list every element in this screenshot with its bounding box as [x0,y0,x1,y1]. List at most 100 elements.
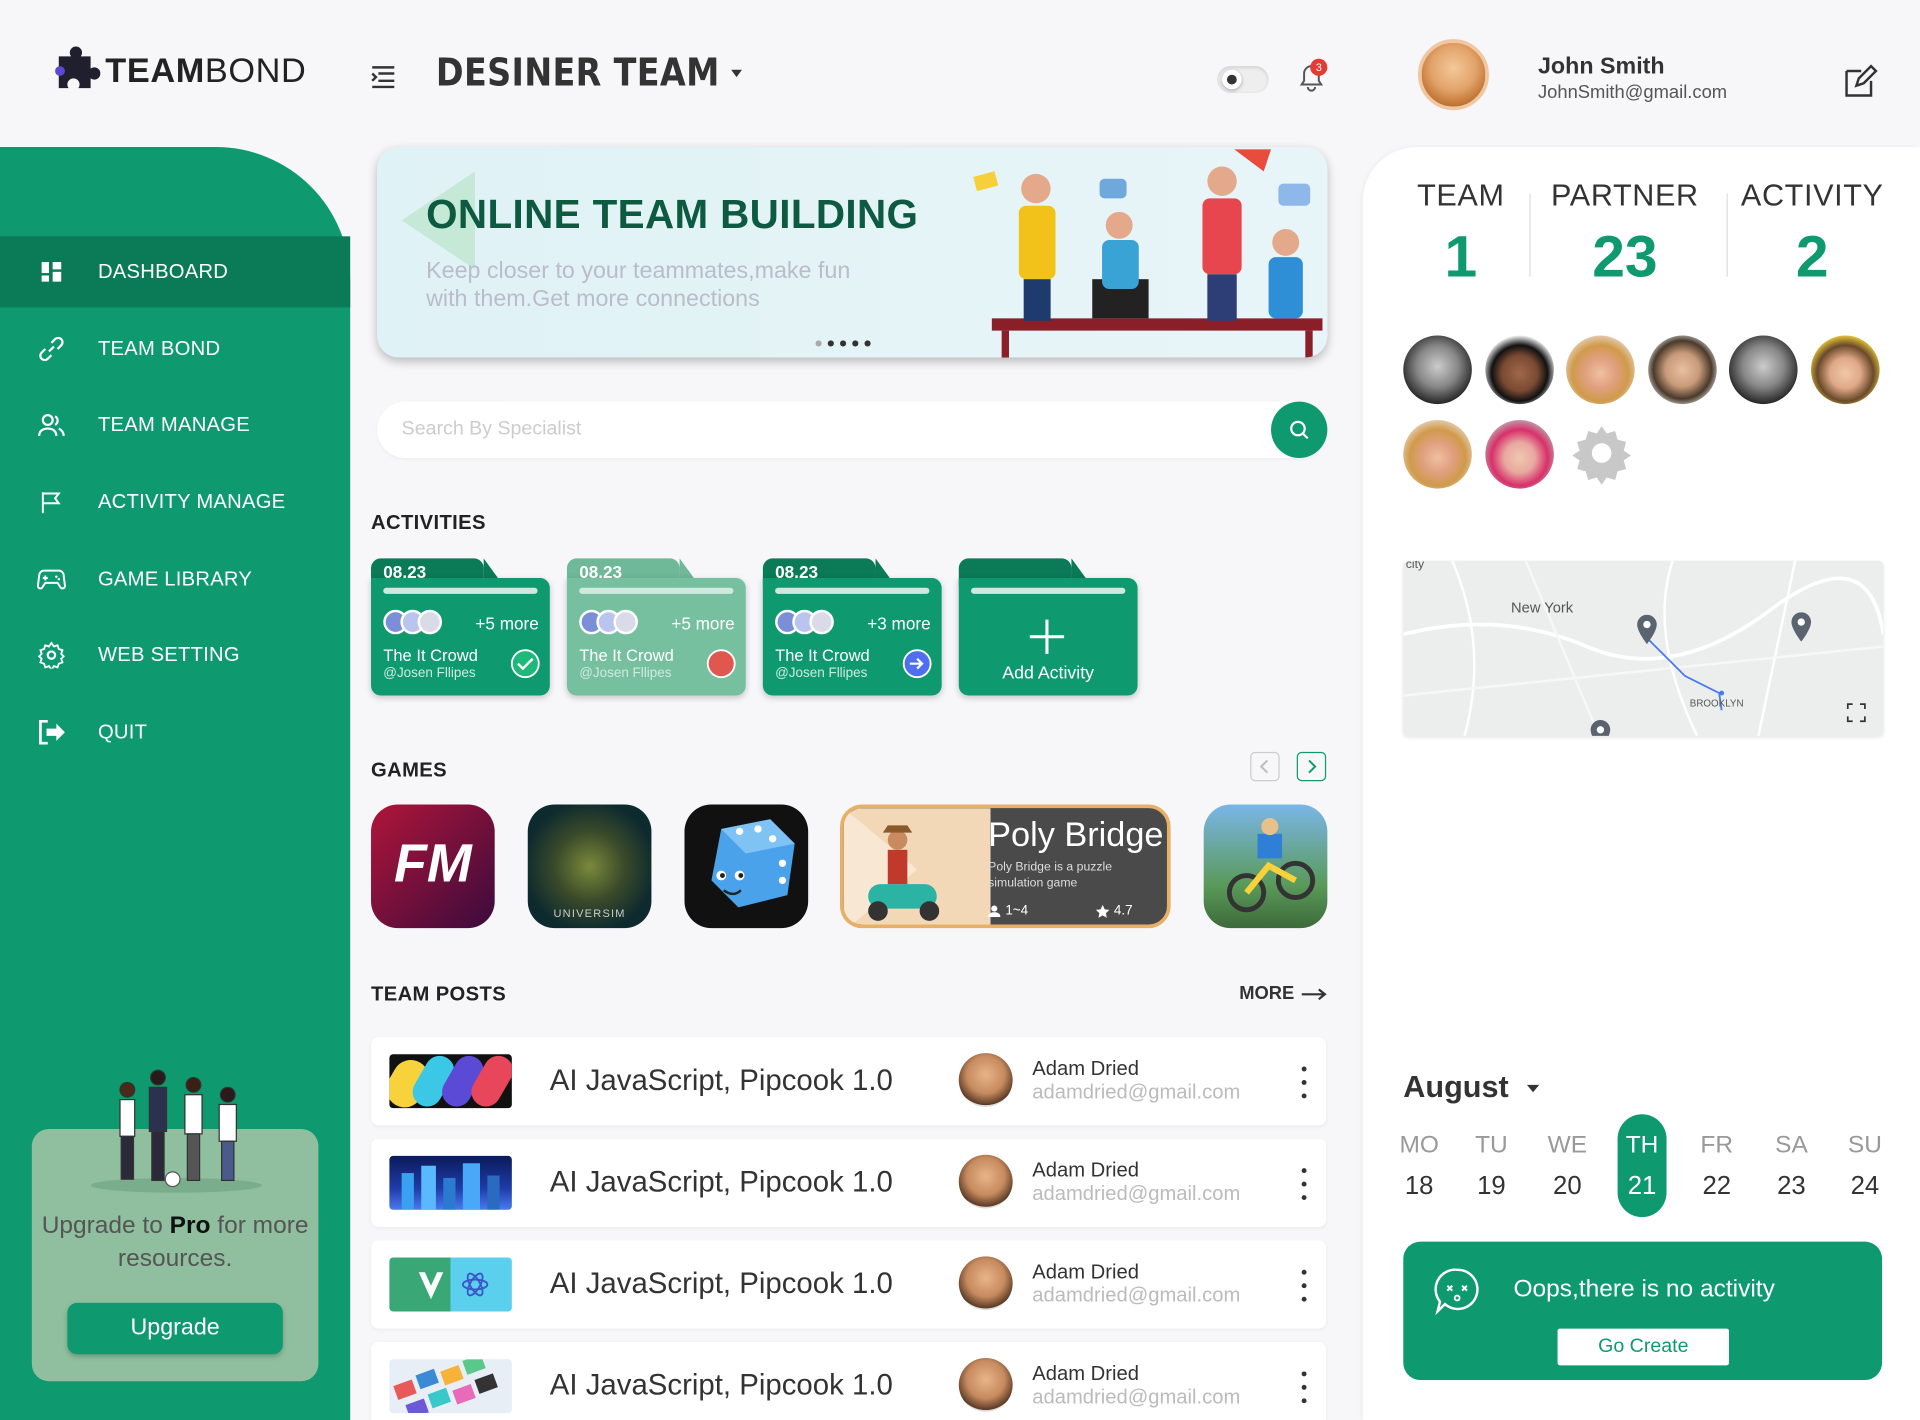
add-activity-card[interactable]: Add Activity [958,558,1138,696]
post-row[interactable]: AI JavaScript, Pipcook 1.0 Adam Dried ad… [371,1342,1327,1420]
location-map[interactable]: city New York BROOKLYN [1403,560,1884,736]
game-football-manager[interactable]: FM [371,804,495,929]
game-dice[interactable] [684,804,809,929]
post-author: Adam Dried [1032,1159,1139,1182]
promo-banner[interactable]: ONLINE TEAM BUILDING Keep closer to your… [377,146,1328,358]
games-title: GAMES [371,759,447,782]
gamepad-icon [36,564,66,593]
search-icon [1290,420,1309,440]
member-avatar[interactable] [1648,335,1717,405]
game-poly-bridge-featured[interactable]: Poly Bridge Poly Bridge is a puzzle simu… [840,804,1171,929]
more-vertical-icon[interactable] [1299,1066,1309,1099]
sidebar-item-activity-manage[interactable]: ACTIVITY MANAGE [0,467,350,538]
featured-game-rating: 4.7 [1095,904,1133,918]
games-prev-button[interactable] [1250,751,1280,782]
dark-mode-toggle[interactable] [1217,66,1269,94]
more-vertical-icon[interactable] [1299,1269,1309,1302]
game-bike-adventure[interactable] [1203,804,1328,929]
universim-label: UNIVERSIM [553,907,626,920]
notification-badge: 3 [1310,58,1328,76]
sidebar-item-quit[interactable]: QUIT [0,697,350,768]
member-avatar[interactable] [1811,335,1880,405]
calendar-day[interactable]: FR 22 [1692,1114,1741,1201]
post-thumbnail [389,1155,512,1210]
activity-card[interactable]: 08.23 +5 more The It Crowd @Josen Fllipe… [566,558,746,696]
fullscreen-icon[interactable] [1846,703,1867,723]
calendar-day[interactable]: SA 23 [1767,1114,1816,1201]
stat-partner[interactable]: PARTNER 23 [1545,179,1704,292]
map-pin-icon[interactable] [1790,612,1812,642]
map-pin-icon[interactable] [1636,614,1658,645]
sidebar-item-game-library[interactable]: GAME LIBRARY [0,544,350,615]
more-vertical-icon[interactable] [1299,1371,1309,1404]
brand-logo[interactable]: TEAMBOND [51,46,306,96]
activity-name: The It Crowd [383,646,478,665]
banner-subtitle: Keep closer to your teammates,make fun w… [426,258,851,313]
game-universim[interactable]: UNIVERSIM [527,804,652,929]
calendar-day[interactable]: MO 18 [1395,1114,1444,1201]
go-create-button[interactable]: Go Create [1557,1328,1729,1366]
games-next-button[interactable] [1296,751,1327,782]
upgrade-button[interactable]: Upgrade [67,1302,283,1355]
caret-down-icon [1527,1084,1540,1092]
post-row[interactable]: AI JavaScript, Pipcook 1.0 Adam Dried ad… [371,1138,1327,1227]
map-pin-icon[interactable] [1589,720,1611,736]
member-avatar[interactable] [1403,335,1472,405]
search-bar [377,401,1328,458]
map-background [1403,560,1884,736]
member-avatar[interactable] [1728,335,1798,405]
calendar-day[interactable]: WE 20 [1543,1114,1592,1201]
member-avatar[interactable] [1485,335,1554,405]
edit-profile-icon[interactable] [1842,64,1879,101]
team-posts-title: TEAM POSTS [371,983,507,1006]
team-illustration [90,1069,263,1193]
sidebar-item-label: GAME LIBRARY [97,567,253,590]
activity-avatars [579,609,638,635]
sidebar-item-web-setting[interactable]: WEB SETTING [0,620,350,691]
team-selector[interactable]: DESINER TEAM [436,51,743,96]
activity-card[interactable]: 08.23 +3 more The It Crowd @Josen Fllipe… [762,558,942,696]
calendar-day[interactable]: TU 19 [1467,1114,1516,1201]
sidebar-item-dashboard[interactable]: DASHBOARD [0,236,351,308]
featured-game-description: Poly Bridge is a puzzle simulation game [988,860,1113,891]
more-vertical-icon[interactable] [1299,1168,1309,1201]
user-avatar[interactable] [1417,39,1489,111]
post-title: AI JavaScript, Pipcook 1.0 [549,1267,893,1301]
sidebar-item-label: TEAM MANAGE [97,413,250,436]
calendar-day[interactable]: SU 24 [1840,1114,1889,1201]
upgrade-card: Upgrade to Pro for more resources. Upgra… [31,1069,319,1382]
stat-value: 23 [1592,225,1658,291]
activity-user: @Josen Fllipes [775,666,868,681]
link-icon [37,334,66,363]
sidebar-item-label: ACTIVITY MANAGE [97,490,286,513]
post-thumbnail [389,1257,512,1312]
member-avatar[interactable] [1566,335,1635,405]
activity-card[interactable]: 08.23 +5 more The It Crowd @Josen Fllipe… [371,558,550,696]
menu-toggle-icon[interactable] [370,64,397,91]
search-button[interactable] [1271,401,1328,458]
stat-activity[interactable]: ACTIVITY 2 [1739,179,1886,292]
carousel-dots[interactable] [815,340,871,347]
post-row[interactable]: AI JavaScript, Pipcook 1.0 Adam Dried ad… [371,1037,1327,1126]
post-author-email: adamdried@gmail.com [1032,1386,1241,1409]
sidebar-item-team-manage[interactable]: TEAM MANAGE [0,389,350,460]
post-author-avatar [958,1256,1013,1311]
posts-more-link[interactable]: MORE [1239,983,1328,1004]
puzzle-logo-icon [55,46,101,89]
sidebar-item-team-bond[interactable]: TEAM BOND [0,313,350,384]
member-avatar[interactable] [1403,420,1472,489]
post-row[interactable]: AI JavaScript, Pipcook 1.0 Adam Dried ad… [371,1240,1327,1329]
calendar-day-selected[interactable]: TH 21 [1617,1114,1667,1218]
settings-gear-icon[interactable] [1570,421,1634,485]
stat-label: TEAM [1417,178,1505,214]
sidebar-item-label: WEB SETTING [97,643,240,666]
month-label: August [1403,1070,1509,1105]
post-author: Adam Dried [1032,1362,1139,1385]
stat-team[interactable]: TEAM 1 [1406,179,1516,292]
member-avatar[interactable] [1485,420,1554,489]
notification-button[interactable]: 3 [1298,58,1328,96]
search-input[interactable] [401,401,1259,458]
month-selector[interactable]: August [1403,1070,1540,1106]
post-author-email: adamdried@gmail.com [1032,1182,1241,1205]
map-label: city [1405,560,1425,572]
